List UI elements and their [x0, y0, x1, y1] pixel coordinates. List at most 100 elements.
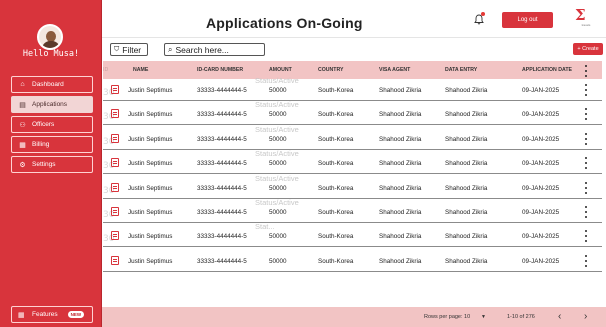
sidebar-menu: ⌂ Dashboard ▤ Applications ⚇ Officers ▦ …: [11, 76, 93, 176]
cell-data-entry: Shahood Zikria: [445, 111, 488, 119]
sidebar-item-label: Settings: [32, 161, 56, 168]
table-row[interactable]: 30 Status/Active Justin Septimus 33333-4…: [103, 124, 602, 150]
sidebar: Hello Musa! ⌂ Dashboard ▤ Applications ⚇…: [0, 0, 102, 327]
cell-amount: 50000: [269, 184, 287, 192]
cell-name: Justin Septimus: [128, 257, 173, 265]
sidebar-item-settings[interactable]: ⚙ Settings: [11, 156, 93, 173]
document-icon[interactable]: [111, 182, 119, 192]
cell-data-entry: Shahood Zikria: [445, 257, 488, 265]
notification-dot: [481, 12, 485, 16]
cell-id-card: 33333-4444444-5: [197, 257, 247, 265]
sidebar-item-applications[interactable]: ▤ Applications: [11, 96, 93, 113]
document-icon[interactable]: [111, 231, 119, 241]
column-header-amount[interactable]: AMOUNT: [269, 67, 292, 73]
caret-down-icon[interactable]: ▼: [481, 314, 486, 320]
document-icon: ▤: [19, 101, 26, 109]
column-header-application-date[interactable]: APPLICATION DATE: [522, 67, 572, 73]
column-header-id-card[interactable]: ID-CARD NUMBER: [197, 67, 243, 73]
table-row[interactable]: Justin Septimus 33333-4444444-5 50000 So…: [103, 249, 602, 272]
cell-id-card: 33333-4444444-5: [197, 135, 247, 143]
cell-visa-agent: Shahood Zikria: [379, 135, 422, 143]
home-icon: ⌂: [20, 81, 25, 88]
cell-country: South-Korea: [318, 233, 354, 241]
sidebar-item-dashboard[interactable]: ⌂ Dashboard: [11, 76, 93, 93]
cell-amount: 50000: [269, 160, 287, 168]
search-box[interactable]: ⌕: [164, 43, 265, 56]
cell-amount: 50000: [269, 111, 287, 119]
cell-name: Justin Septimus: [128, 160, 173, 168]
header-menu-icon[interactable]: [583, 65, 589, 77]
table-row[interactable]: 30 Status/Active Justin Septimus 33333-4…: [103, 100, 602, 126]
cell-visa-agent: Shahood Zikria: [379, 184, 422, 192]
cell-country: South-Korea: [318, 135, 354, 143]
cell-application-date: 09-JAN-2025: [522, 257, 560, 265]
users-icon: ⚇: [19, 121, 26, 129]
document-icon[interactable]: [111, 158, 119, 168]
sidebar-item-label: Billing: [32, 141, 50, 148]
cell-visa-agent: Shahood Zikria: [379, 208, 422, 216]
applications-table: ID NAME ID-CARD NUMBER AMOUNT COUNTRY VI…: [103, 61, 602, 274]
row-menu-icon[interactable]: [583, 84, 589, 96]
cell-id-card: 33333-4444444-5: [197, 111, 247, 119]
document-icon[interactable]: [111, 109, 119, 119]
row-menu-icon[interactable]: [583, 205, 589, 218]
status-ghost-text: Status/Active: [255, 197, 299, 207]
table-row[interactable]: 30 Stat... Justin Septimus 33333-4444444…: [103, 222, 602, 248]
logo-mark: Ʃ: [575, 6, 586, 24]
table-header: ID NAME ID-CARD NUMBER AMOUNT COUNTRY VI…: [103, 61, 602, 79]
logout-button[interactable]: Log out: [502, 12, 553, 28]
row-menu-icon[interactable]: [583, 181, 589, 194]
create-button[interactable]: + Create: [573, 43, 603, 55]
cell-visa-agent: Shahood Zikria: [379, 233, 422, 241]
cell-name: Justin Septimus: [128, 208, 173, 216]
billing-icon: ▦: [19, 141, 26, 149]
column-header-name[interactable]: NAME: [133, 67, 148, 73]
cell-data-entry: Shahood Zikria: [445, 208, 488, 216]
cell-country: South-Korea: [318, 208, 354, 216]
sidebar-item-label: Officers: [32, 121, 55, 128]
cell-visa-agent: Shahood Zikria: [379, 111, 422, 119]
table-row[interactable]: 30 Status/Active Justin Septimus 33333-4…: [103, 197, 602, 223]
cell-amount: 50000: [269, 233, 287, 241]
user-greeting: Hello Musa!: [22, 49, 80, 59]
cell-visa-agent: Shahood Zikria: [379, 257, 422, 265]
cell-data-entry: Shahood Zikria: [445, 160, 488, 168]
search-input[interactable]: [175, 44, 260, 55]
sidebar-item-officers[interactable]: ⚇ Officers: [11, 116, 93, 133]
document-icon[interactable]: [111, 133, 119, 143]
cell-id-card: 33333-4444444-5: [197, 184, 247, 192]
cell-application-date: 09-JAN-2025: [522, 160, 560, 168]
sidebar-item-billing[interactable]: ▦ Billing: [11, 136, 93, 153]
table-toolbar: ⛉ Filter ⌕ + Create: [102, 41, 606, 59]
table-row[interactable]: 30 Status/Active Justin Septimus 33333-4…: [103, 76, 602, 101]
row-menu-icon[interactable]: [583, 157, 589, 170]
row-menu-icon[interactable]: [583, 108, 589, 121]
column-header-id: ID: [103, 67, 109, 73]
cell-visa-agent: Shahood Zikria: [379, 87, 422, 94]
cell-name: Justin Septimus: [128, 135, 173, 143]
document-icon[interactable]: [111, 85, 119, 94]
chevron-left-icon[interactable]: ‹: [558, 311, 561, 322]
table-row[interactable]: 30 Status/Active Justin Septimus 33333-4…: [103, 174, 602, 199]
document-icon[interactable]: [111, 255, 119, 265]
app-root: Hello Musa! ⌂ Dashboard ▤ Applications ⚇…: [0, 0, 606, 327]
avatar[interactable]: [37, 24, 63, 50]
cell-country: South-Korea: [318, 184, 354, 192]
chevron-right-icon[interactable]: ›: [584, 311, 587, 322]
features-button[interactable]: ▦ Features NEW: [11, 306, 93, 323]
cell-data-entry: Shahood Zikria: [445, 184, 488, 192]
cell-application-date: 09-JAN-2025: [522, 233, 560, 241]
filter-button[interactable]: ⛉ Filter: [110, 43, 148, 56]
search-icon: ⌕: [168, 44, 173, 54]
column-header-country[interactable]: COUNTRY: [318, 67, 343, 73]
row-menu-icon[interactable]: [583, 254, 589, 267]
document-icon[interactable]: [111, 206, 119, 216]
features-label: Features: [32, 311, 58, 318]
status-ghost-text: Status/Active: [255, 124, 299, 134]
row-menu-icon[interactable]: [583, 132, 589, 145]
column-header-data-entry[interactable]: DATA ENTRY: [445, 67, 477, 73]
cell-id-card: 33333-4444444-5: [197, 87, 247, 94]
column-header-visa-agent[interactable]: VISA AGENT: [379, 67, 410, 73]
row-menu-icon[interactable]: [583, 230, 589, 243]
table-row[interactable]: 30 Status/Active Justin Septimus 33333-4…: [103, 149, 602, 175]
